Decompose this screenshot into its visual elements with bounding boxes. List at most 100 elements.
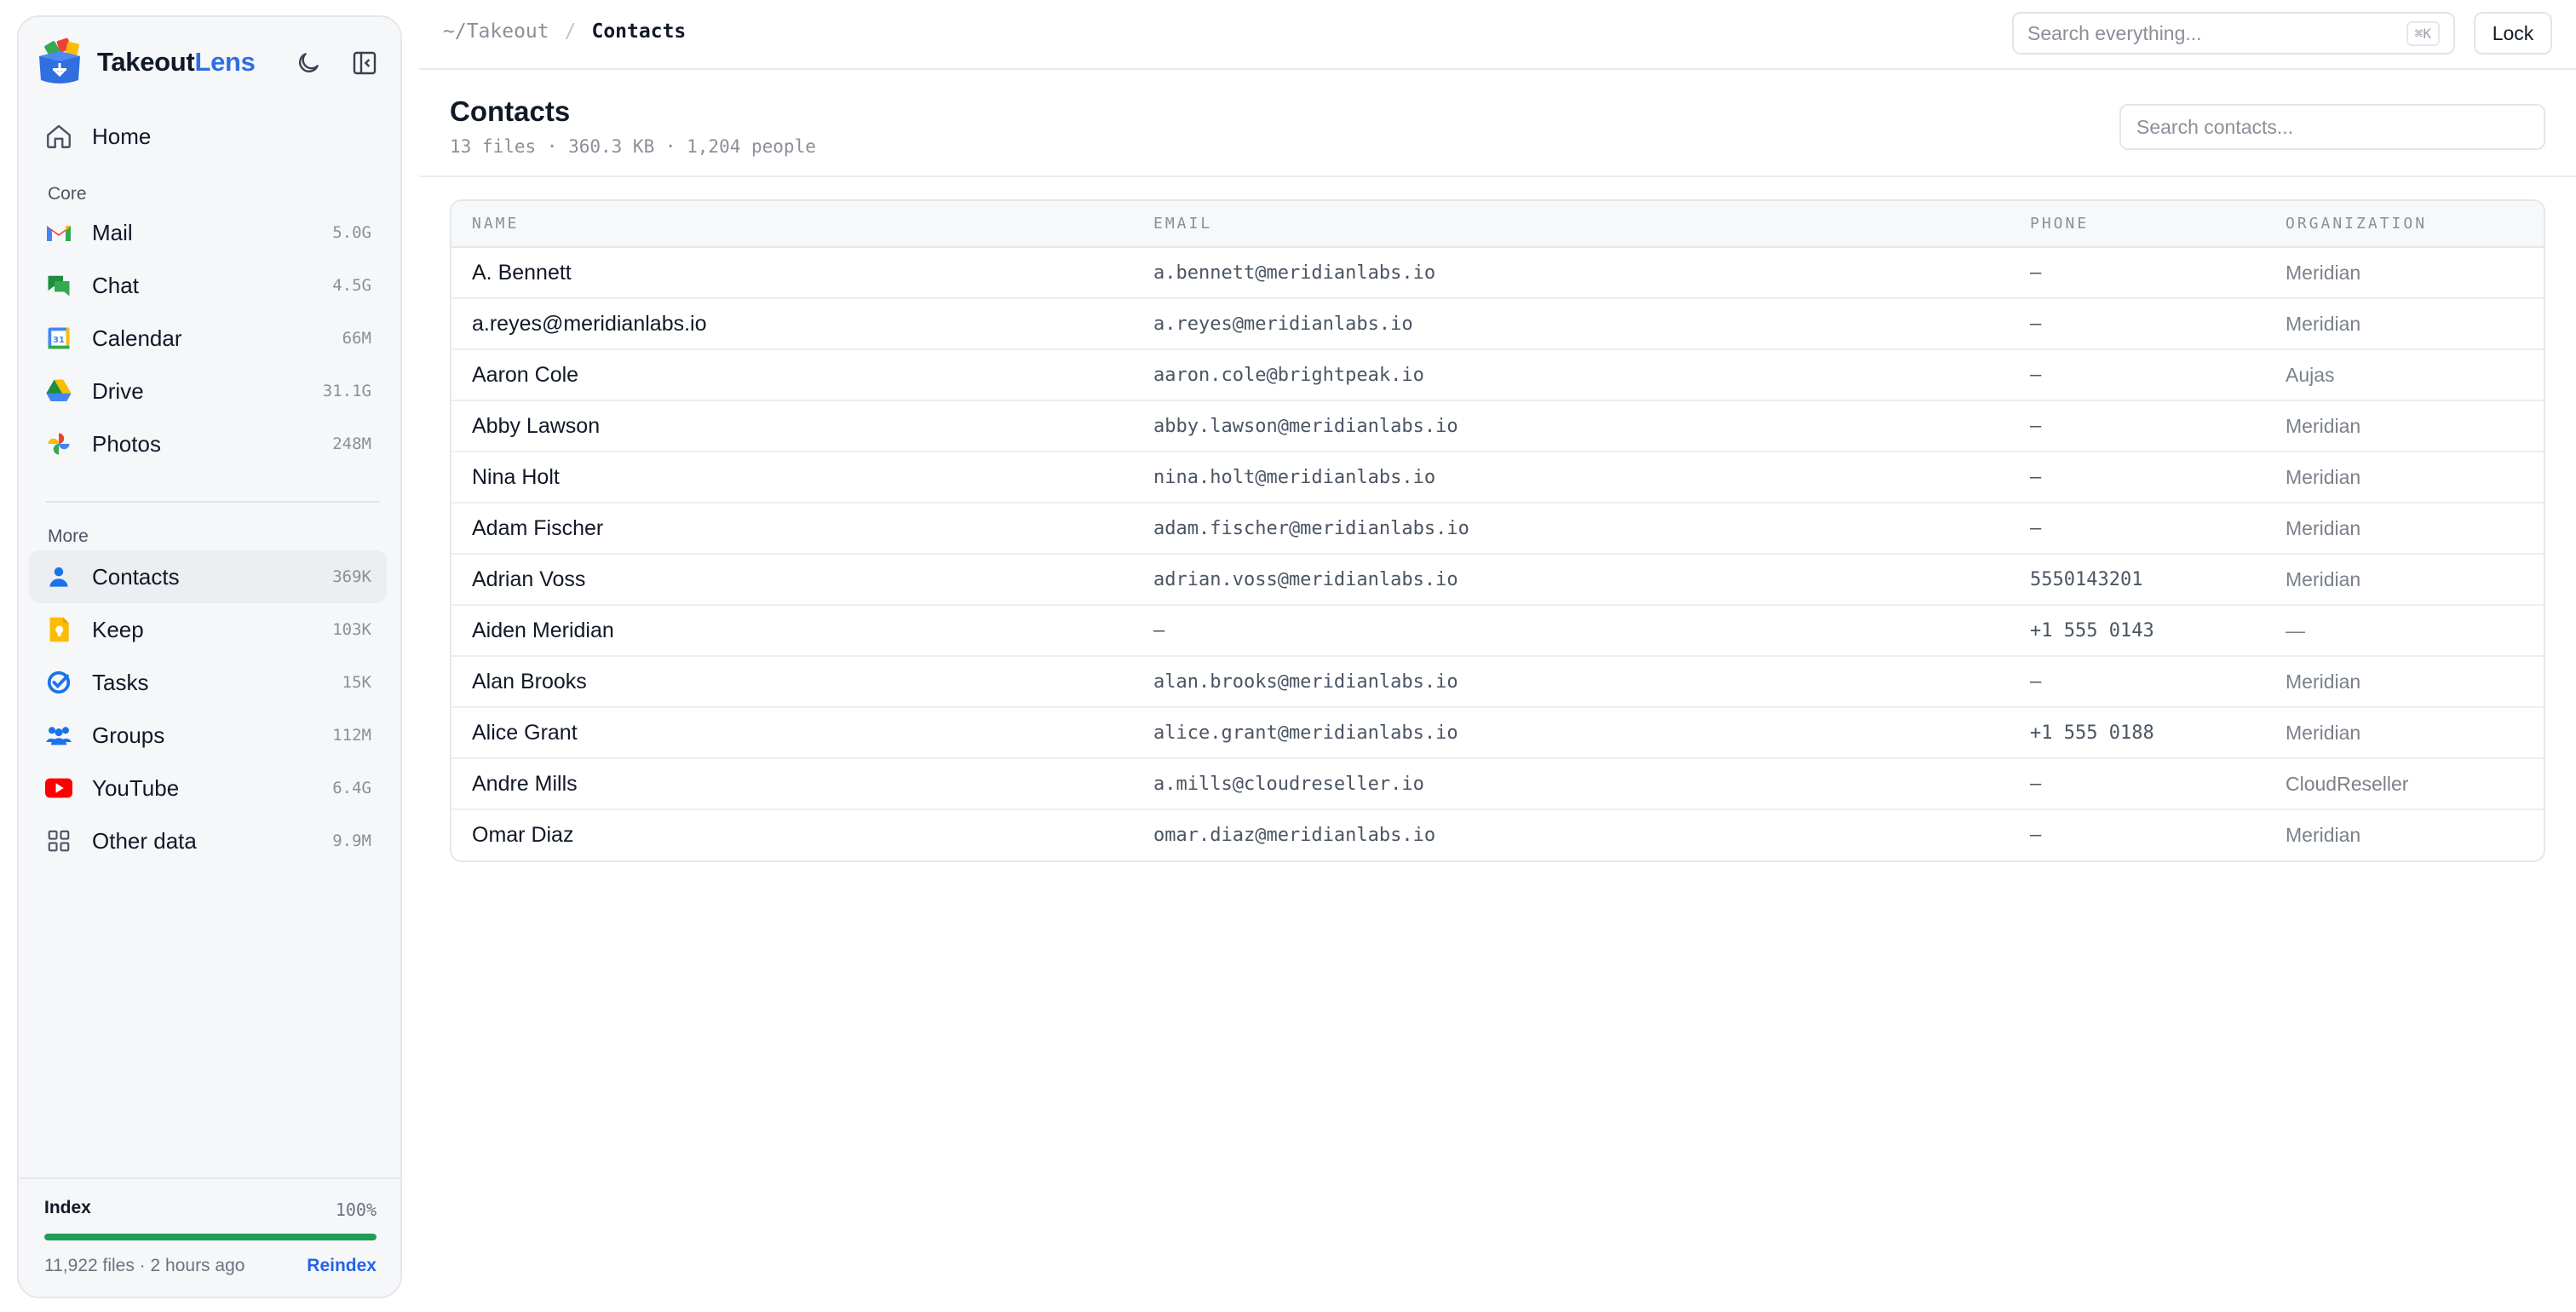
header-divider — [419, 176, 2576, 177]
sidebar-item-drive[interactable]: Drive 31.1G — [29, 365, 387, 417]
table-row[interactable]: Alan Brooks alan.brooks@meridianlabs.io — M… — [451, 656, 2544, 707]
contact-email: nina.holt@meridianlabs.io — [1153, 466, 1436, 488]
contact-organization: Meridian — [2286, 670, 2361, 693]
breadcrumb: ~/Takeout / Contacts — [443, 20, 686, 43]
sidebar-item-size: 15K — [342, 673, 371, 692]
svg-text:31: 31 — [53, 336, 65, 345]
contact-organization: Meridian — [2286, 414, 2361, 437]
contact-name: Abby Lawson — [472, 413, 601, 438]
table-row[interactable]: Aiden Meridian — +1 555 0143 — — [451, 605, 2544, 656]
sidebar-item-size: 5.0G — [332, 223, 371, 242]
column-header-email[interactable]: EMAIL — [1133, 201, 2010, 248]
table-row[interactable]: Adrian Voss adrian.voss@meridianlabs.io 55… — [451, 554, 2544, 605]
index-percent: 100% — [335, 1200, 377, 1220]
sidebar-item-label: Contacts — [92, 563, 180, 590]
sidebar-item-youtube[interactable]: YouTube 6.4G — [29, 762, 387, 814]
contact-organization: Meridian — [2286, 261, 2361, 284]
topbar: ~/Takeout / Contacts ⌘K Lock — [419, 0, 2576, 70]
reindex-button[interactable]: Reindex — [307, 1256, 377, 1276]
contacts-table: NAME EMAIL PHONE ORGANIZATION A. Bennett… — [450, 199, 2545, 862]
contact-organization: Meridian — [2286, 465, 2361, 488]
contact-phone: — — [2030, 773, 2042, 795]
groups-icon — [44, 721, 73, 750]
page-title: Contacts — [450, 95, 571, 127]
column-header-organization[interactable]: ORGANIZATION — [2265, 201, 2544, 248]
contact-phone: — — [2030, 517, 2042, 539]
sidebar: TakeoutLens Home Core Mail 5.0G Chat 4.5… — [17, 15, 402, 1298]
sidebar-item-chat[interactable]: Chat 4.5G — [29, 259, 387, 312]
index-progress-bar — [44, 1234, 377, 1240]
table-row[interactable]: a.reyes@meridianlabs.io a.reyes@meridianl… — [451, 298, 2544, 349]
global-search-input[interactable] — [2027, 21, 2406, 45]
contact-phone: — — [2030, 415, 2042, 437]
sidebar-item-mail[interactable]: Mail 5.0G — [29, 206, 387, 259]
sidebar-item-label: Tasks — [92, 669, 149, 695]
breadcrumb-root[interactable]: ~/Takeout — [443, 20, 549, 43]
sidebar-item-size: 4.5G — [332, 276, 371, 295]
keep-icon — [44, 615, 73, 644]
core-nav-list: Mail 5.0G Chat 4.5G 31 Calendar 66M Driv… — [29, 206, 387, 470]
moon-icon — [299, 53, 319, 72]
table-row[interactable]: Nina Holt nina.holt@meridianlabs.io — Merid… — [451, 452, 2544, 503]
table-row[interactable]: Andre Mills a.mills@cloudreseller.io — Clou… — [451, 758, 2544, 809]
column-header-name[interactable]: NAME — [451, 201, 1133, 248]
contact-search-box[interactable] — [2119, 104, 2545, 150]
sidebar-item-size: 6.4G — [332, 779, 371, 797]
sidebar-item-label: Chat — [92, 272, 139, 298]
sidebar-item-contacts[interactable]: Contacts 369K — [29, 550, 387, 603]
contact-phone: — — [2030, 364, 2042, 386]
sidebar-divider — [46, 501, 380, 503]
sidebar-item-size: 103K — [332, 620, 371, 639]
section-title-more: More — [48, 527, 89, 546]
breadcrumb-separator: / — [564, 20, 577, 43]
table-row[interactable]: Aaron Cole aaron.cole@brightpeak.io — Aujas — [451, 349, 2544, 400]
contact-organization: Meridian — [2286, 824, 2361, 846]
contact-email: aaron.cole@brightpeak.io — [1153, 364, 1424, 386]
sidebar-item-label: Photos — [92, 430, 161, 457]
photos-icon — [44, 429, 73, 458]
sidebar-item-calendar[interactable]: 31 Calendar 66M — [29, 312, 387, 365]
contact-name: Andre Mills — [472, 771, 578, 796]
sidebar-item-groups[interactable]: Groups 112M — [29, 709, 387, 762]
table-row[interactable]: Omar Diaz omar.diaz@meridianlabs.io — Merid… — [451, 809, 2544, 860]
grid-icon — [44, 826, 73, 855]
sidebar-item-tasks[interactable]: Tasks 15K — [29, 656, 387, 709]
dark-mode-toggle[interactable] — [291, 46, 325, 80]
contact-name: a.reyes@meridianlabs.io — [472, 311, 707, 336]
sidebar-item-label: Other data — [92, 827, 197, 854]
drive-icon — [44, 377, 73, 406]
sidebar-item-other-data[interactable]: Other data 9.9M — [29, 814, 387, 867]
takeout-box-logo-icon — [39, 37, 80, 83]
contact-name: Nina Holt — [472, 464, 560, 489]
contact-name: Adrian Voss — [472, 567, 586, 591]
column-header-phone[interactable]: PHONE — [2010, 201, 2265, 248]
sidebar-item-label: Groups — [92, 722, 165, 748]
table-row[interactable]: Abby Lawson abby.lawson@meridianlabs.io — M… — [451, 400, 2544, 452]
contact-phone: — — [2030, 313, 2042, 335]
table-header-row: NAME EMAIL PHONE ORGANIZATION — [451, 201, 2544, 248]
contact-email: omar.diaz@meridianlabs.io — [1153, 825, 1436, 846]
collapse-sidebar-button[interactable] — [348, 46, 382, 80]
sidebar-item-keep[interactable]: Keep 103K — [29, 603, 387, 656]
table-row[interactable]: A. Bennett a.bennett@meridianlabs.io — Meri… — [451, 247, 2544, 298]
contact-phone: +1 555 0143 — [2030, 619, 2154, 642]
table-row[interactable]: Alice Grant alice.grant@meridianlabs.io +1… — [451, 707, 2544, 758]
table-row[interactable]: Adam Fischer adam.fischer@meridianlabs.io… — [451, 503, 2544, 554]
sidebar-item-size: 248M — [332, 434, 371, 453]
sidebar-item-home[interactable]: Home — [29, 112, 387, 160]
contact-name: Alan Brooks — [472, 669, 587, 693]
brand[interactable]: TakeoutLens — [36, 36, 256, 89]
contact-organization: Meridian — [2286, 567, 2361, 590]
sidebar-item-label: Mail — [92, 219, 133, 245]
sidebar-item-photos[interactable]: Photos 248M — [29, 417, 387, 470]
sidebar-item-label: Keep — [92, 616, 144, 642]
chat-icon — [44, 271, 73, 300]
global-search-box[interactable]: ⌘K — [2012, 12, 2455, 55]
search-shortcut-badge: ⌘K — [2406, 20, 2440, 46]
lock-button[interactable]: Lock — [2474, 12, 2552, 55]
contact-organization: Meridian — [2286, 312, 2361, 335]
contact-search-input[interactable] — [2136, 115, 2528, 139]
sidebar-item-size: 66M — [342, 329, 371, 348]
contact-name: Adam Fischer — [472, 515, 604, 540]
sidebar-item-label: Drive — [92, 377, 144, 404]
